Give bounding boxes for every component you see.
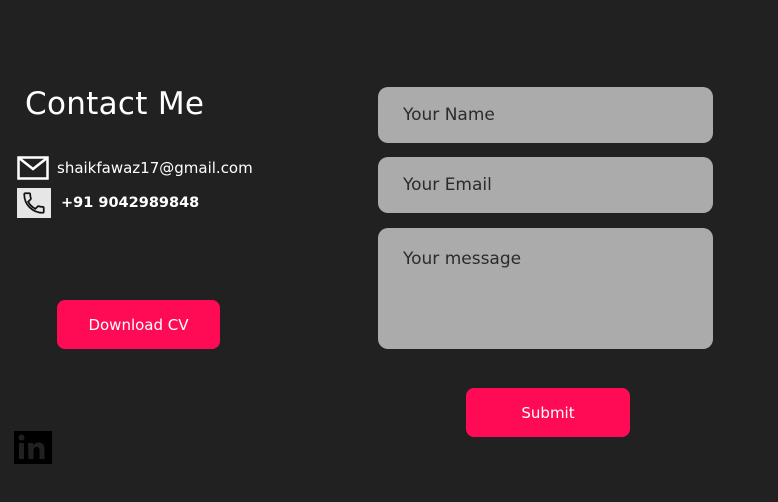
- linkedin-icon[interactable]: [14, 431, 52, 464]
- submit-button[interactable]: Submit: [466, 388, 630, 437]
- contact-email-row: shaikfawaz17@gmail.com: [17, 155, 253, 181]
- download-cv-button[interactable]: Download CV: [57, 300, 220, 349]
- phone-icon: [17, 188, 51, 218]
- page-title: Contact Me: [25, 86, 205, 122]
- email-address[interactable]: shaikfawaz17@gmail.com: [57, 155, 253, 181]
- mail-icon: [17, 155, 49, 181]
- contact-phone-row: +91 9042989848: [17, 188, 199, 218]
- message-input[interactable]: [378, 228, 713, 349]
- name-input[interactable]: [378, 87, 713, 143]
- email-input[interactable]: [378, 157, 713, 213]
- phone-number[interactable]: +91 9042989848: [61, 190, 199, 216]
